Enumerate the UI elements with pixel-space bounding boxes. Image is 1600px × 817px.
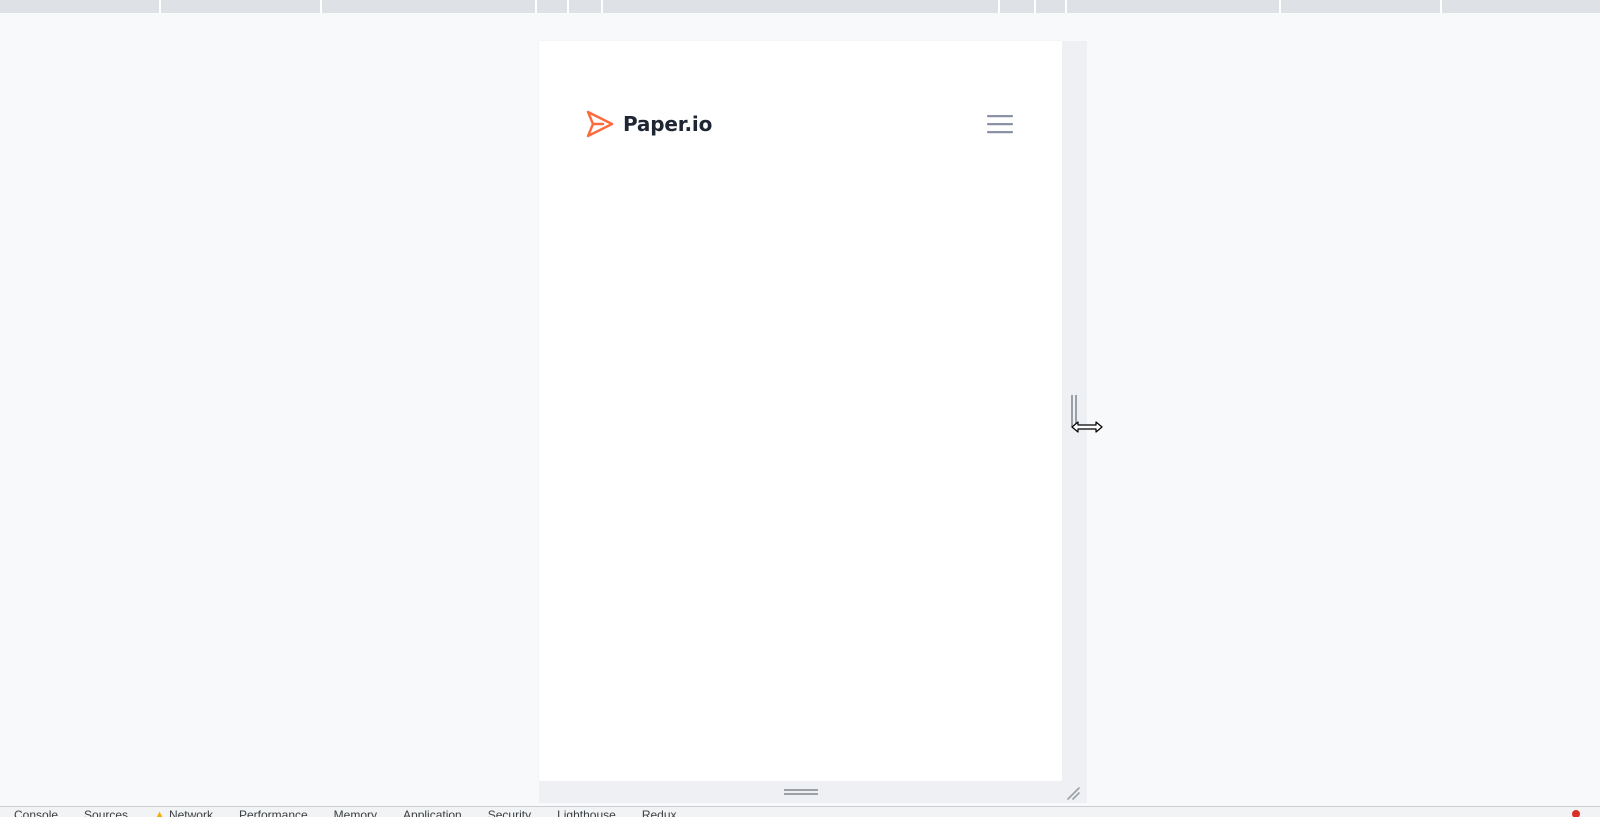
viewport-width-resize-handle[interactable]: [1062, 41, 1087, 781]
ruler-divider: [1440, 0, 1442, 13]
site-navbar: Paper.io: [585, 106, 1015, 142]
ruler-divider: [601, 0, 603, 13]
ruler-divider: [535, 0, 537, 13]
hamburger-menu-button[interactable]: [985, 109, 1015, 139]
ruler-divider: [1065, 0, 1067, 13]
corner-resize-icon[interactable]: [1065, 785, 1081, 801]
device-viewport: Paper.io: [539, 41, 1062, 781]
paper-plane-icon: [586, 110, 614, 138]
hamburger-menu-icon: [987, 115, 1013, 134]
devtools-panel-tabs: Console Sources ▲ Network Performance Mem…: [0, 806, 1600, 817]
ruler-divider: [1279, 0, 1281, 13]
brand-logo-link[interactable]: Paper.io: [585, 109, 712, 139]
media-query-ruler[interactable]: [0, 0, 1600, 13]
resize-horizontal-cursor-icon: [1071, 421, 1103, 433]
ruler-divider: [567, 0, 569, 13]
viewport-height-resize-handle[interactable]: [539, 781, 1087, 803]
ruler-divider: [998, 0, 1000, 13]
ruler-divider: [159, 0, 161, 13]
ruler-divider: [1034, 0, 1036, 13]
ruler-divider: [320, 0, 322, 13]
brand-name: Paper.io: [623, 112, 713, 136]
resize-grip-icon: [784, 789, 818, 795]
